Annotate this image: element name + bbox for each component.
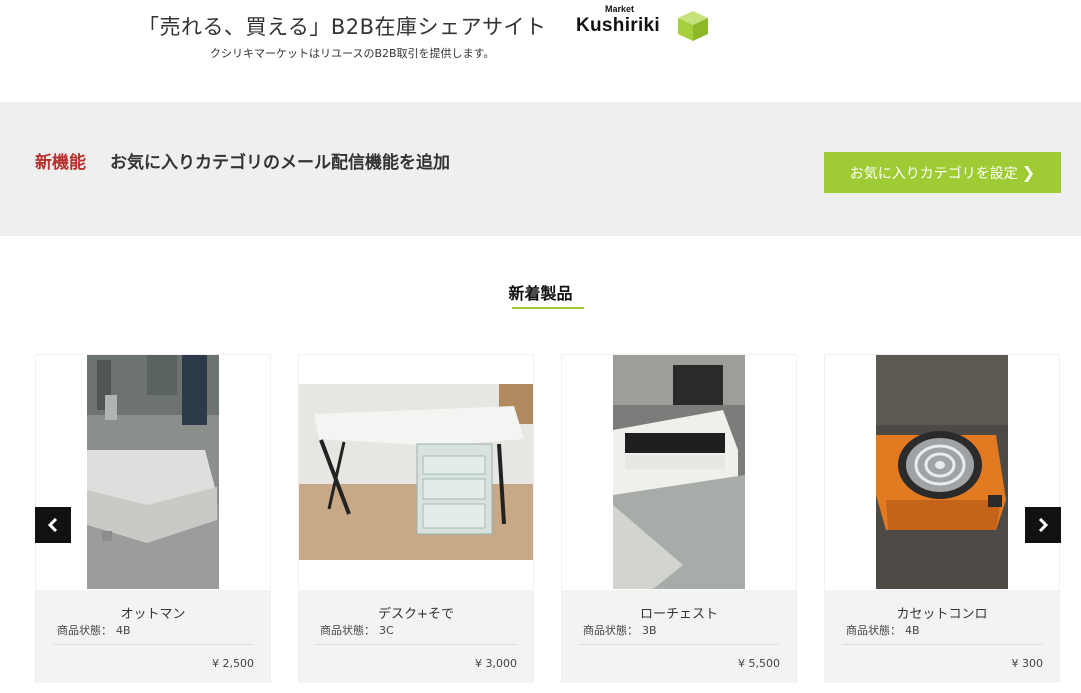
chevron-right-icon bbox=[1038, 518, 1049, 532]
site-tagline: 「売れる、買える」B2B在庫シェアサイト bbox=[138, 15, 547, 39]
banner-message: お気に入りカテゴリのメール配信機能を追加 bbox=[110, 153, 450, 173]
chevron-right-icon: ❯ bbox=[1021, 163, 1036, 182]
carousel-prev-button[interactable] bbox=[35, 507, 71, 543]
condition-value: 3B bbox=[642, 624, 657, 637]
carousel-next-button[interactable] bbox=[1025, 507, 1061, 543]
condition-value: 3C bbox=[379, 624, 394, 637]
product-price: ¥ 2,500 bbox=[212, 657, 254, 670]
product-condition: 商品状態： 4B bbox=[53, 622, 131, 638]
desk-photo bbox=[299, 384, 533, 560]
product-name[interactable]: ローチェスト bbox=[562, 603, 796, 622]
kushiriki-logo[interactable]: Market Kushiriki bbox=[570, 0, 720, 48]
condition-label: 商品状態： bbox=[846, 624, 901, 637]
site-subtagline: クシリキマーケットはリユースのB2B取引を提供します。 bbox=[210, 47, 495, 60]
condition-label: 商品状態： bbox=[57, 624, 112, 637]
product-condition: 商品状態： 3C bbox=[316, 622, 394, 638]
cube-icon bbox=[678, 11, 708, 41]
product-image[interactable] bbox=[825, 355, 1059, 589]
divider bbox=[53, 644, 253, 645]
product-info: ローチェスト 商品状態： 3B ¥ 5,500 bbox=[562, 590, 796, 683]
cassette-stove-photo bbox=[876, 355, 1008, 589]
condition-value: 4B bbox=[116, 624, 131, 637]
product-image[interactable] bbox=[562, 355, 796, 589]
set-favorite-category-button[interactable]: お気に入りカテゴリを設定 ❯ bbox=[824, 152, 1061, 193]
product-card[interactable]: デスク+そで 商品状態： 3C ¥ 3,000 bbox=[298, 354, 534, 683]
logo-market-text: Market bbox=[605, 4, 635, 14]
condition-value: 4B bbox=[905, 624, 920, 637]
product-price: ¥ 300 bbox=[1011, 657, 1044, 670]
button-label: お気に入りカテゴリを設定 bbox=[849, 165, 1018, 182]
product-condition: 商品状態： 4B bbox=[842, 622, 920, 638]
condition-label: 商品状態： bbox=[320, 624, 375, 637]
site-header: 「売れる、買える」B2B在庫シェアサイト クシリキマーケットはリユースのB2B取… bbox=[0, 0, 1081, 102]
section-title: 新着製品 bbox=[508, 284, 573, 303]
condition-label: 商品状態： bbox=[583, 624, 638, 637]
new-feature-badge: 新機能 bbox=[35, 153, 86, 173]
section-title-underline bbox=[512, 307, 584, 309]
product-condition: 商品状態： 3B bbox=[579, 622, 657, 638]
product-info: デスク+そで 商品状態： 3C ¥ 3,000 bbox=[299, 590, 533, 683]
divider bbox=[579, 644, 779, 645]
low-chest-photo bbox=[613, 355, 745, 589]
divider bbox=[316, 644, 516, 645]
feature-banner: 新機能 お気に入りカテゴリのメール配信機能を追加 お気に入りカテゴリを設定 ❯ bbox=[0, 102, 1081, 236]
product-card[interactable]: ローチェスト 商品状態： 3B ¥ 5,500 bbox=[561, 354, 797, 683]
logo-name-text: Kushiriki bbox=[576, 15, 660, 36]
product-name[interactable]: カセットコンロ bbox=[825, 603, 1059, 622]
product-price: ¥ 5,500 bbox=[738, 657, 780, 670]
ottoman-photo bbox=[87, 355, 219, 589]
divider bbox=[842, 644, 1042, 645]
product-info: オットマン 商品状態： 4B ¥ 2,500 bbox=[36, 590, 270, 683]
product-image[interactable] bbox=[299, 355, 533, 589]
product-name[interactable]: デスク+そで bbox=[299, 603, 533, 622]
product-image[interactable] bbox=[36, 355, 270, 589]
product-price: ¥ 3,000 bbox=[475, 657, 517, 670]
product-name[interactable]: オットマン bbox=[36, 603, 270, 622]
product-info: カセットコンロ 商品状態： 4B ¥ 300 bbox=[825, 590, 1059, 683]
chevron-left-icon bbox=[47, 518, 58, 532]
